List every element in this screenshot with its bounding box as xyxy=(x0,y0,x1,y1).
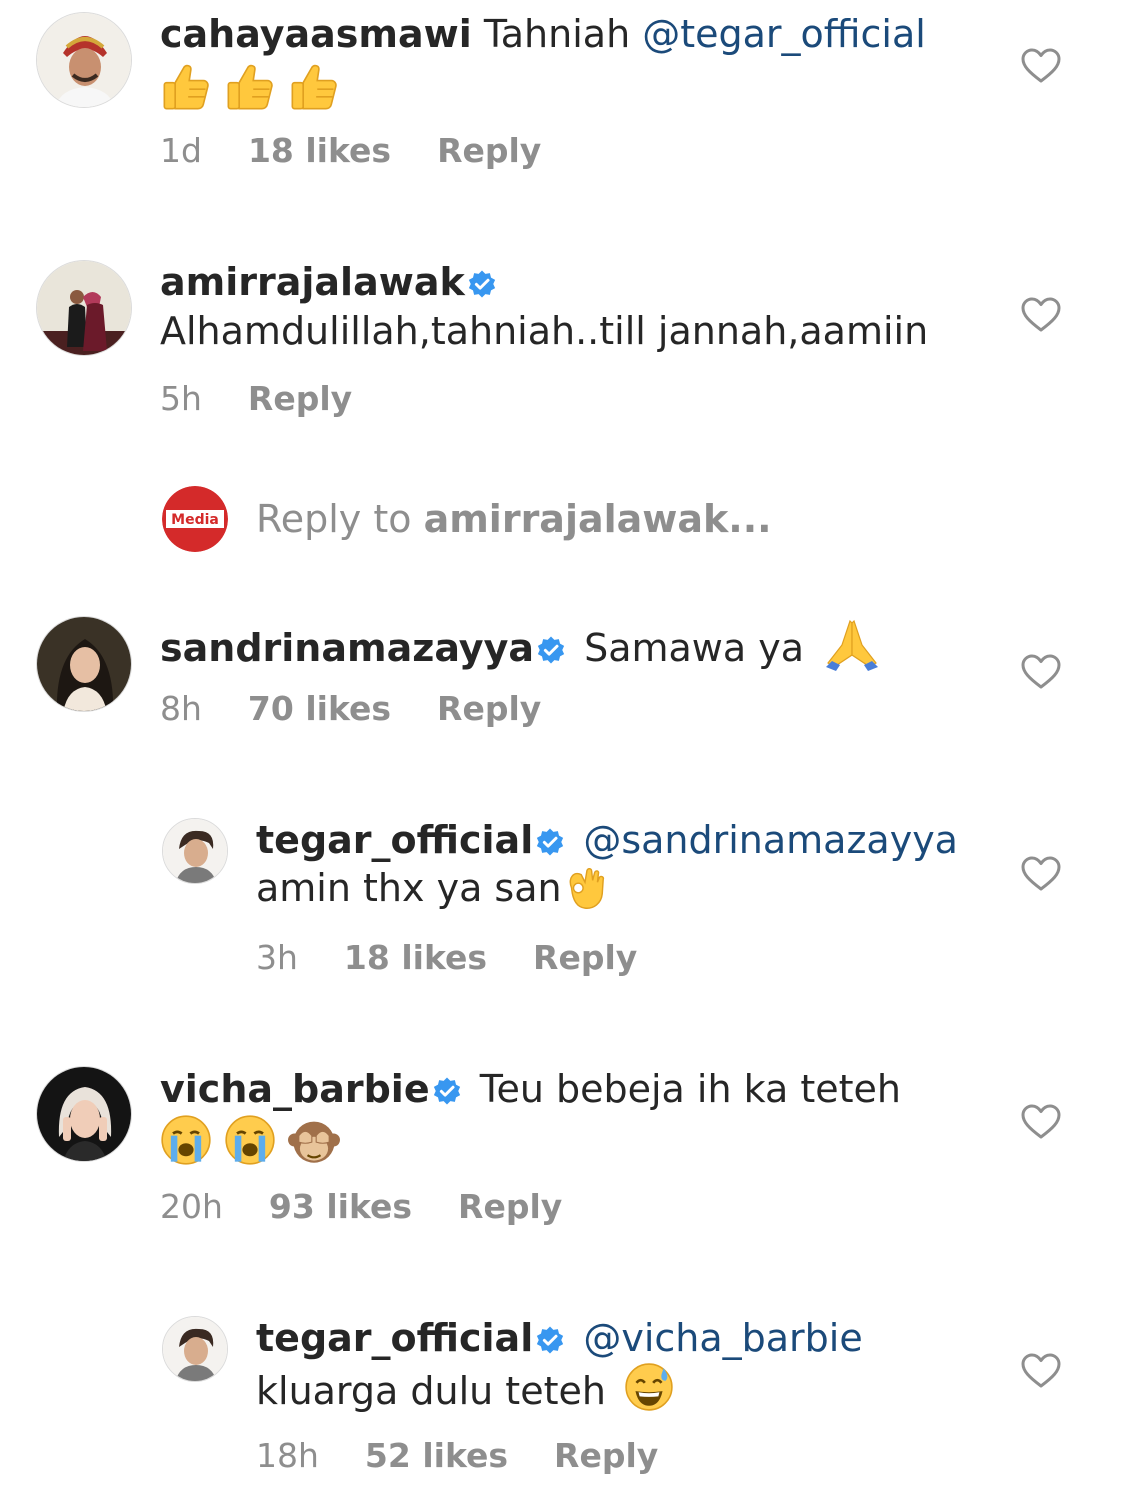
ok-hand-icon xyxy=(562,865,608,911)
username[interactable]: sandrinamazayya xyxy=(160,626,534,670)
comment-body: Tahniah xyxy=(483,12,643,56)
likes-count[interactable]: 93 likes xyxy=(269,1187,412,1226)
timestamp: 20h xyxy=(160,1187,223,1226)
current-user-avatar: Media xyxy=(162,486,228,552)
comment-header: tegar_official @sandrinamazayya xyxy=(256,816,958,864)
reply-prefix: Reply to xyxy=(256,497,424,541)
verified-badge-icon xyxy=(467,269,497,299)
verified-badge-icon xyxy=(535,1325,565,1355)
avatar-vicha-barbie[interactable] xyxy=(36,1066,132,1162)
avatar-amirrajalawak[interactable] xyxy=(36,260,132,356)
heart-icon[interactable] xyxy=(1021,1104,1061,1140)
reply-button[interactable]: Reply xyxy=(248,379,352,418)
thumbs-up-icon xyxy=(160,61,212,113)
verified-badge-icon xyxy=(535,827,565,857)
comment-text: cahayaasmawi Tahniah @tegar_official xyxy=(160,10,926,58)
reply-button[interactable]: Reply xyxy=(533,938,637,977)
reply-target: amirrajalawak... xyxy=(423,497,772,541)
comment-meta: 1d 18 likes Reply xyxy=(160,131,587,171)
username[interactable]: tegar_official xyxy=(256,818,533,862)
comment-body: Samawa ya xyxy=(584,626,805,670)
username[interactable]: cahayaasmawi xyxy=(160,12,472,56)
heart-icon[interactable] xyxy=(1021,856,1061,892)
likes-count[interactable]: 52 likes xyxy=(365,1436,508,1475)
mention-link[interactable]: @sandrinamazayya xyxy=(583,818,958,862)
username[interactable]: amirrajalawak xyxy=(160,260,465,304)
comment-meta: 8h 70 likes Reply xyxy=(160,689,587,729)
heart-icon[interactable] xyxy=(1021,1353,1061,1389)
reply-button[interactable]: Reply xyxy=(437,689,541,728)
comment-meta: 5h Reply xyxy=(160,379,398,419)
comment-text: vicha_barbie Teu bebeja ih ka teteh xyxy=(160,1065,901,1113)
timestamp: 1d xyxy=(160,131,202,170)
verified-badge-icon xyxy=(536,635,566,665)
comment-meta: 3h 18 likes Reply xyxy=(256,938,683,978)
comment-meta: 18h 52 likes Reply xyxy=(256,1436,704,1476)
likes-count[interactable]: 18 likes xyxy=(344,938,487,977)
comment-body: Teu bebeja ih ka teteh xyxy=(479,1067,901,1111)
verified-badge-icon xyxy=(432,1076,462,1106)
comment-text: kluarga dulu teteh xyxy=(256,1362,674,1415)
mention-link[interactable]: @vicha_barbie xyxy=(583,1316,862,1360)
avatar-tegar-official[interactable] xyxy=(162,818,228,884)
likes-count[interactable]: 18 likes xyxy=(248,131,391,170)
comment-emojis xyxy=(160,1113,340,1166)
comment-text: sandrinamazayya Samawa ya xyxy=(160,615,880,672)
reply-input[interactable]: Reply to amirrajalawak... xyxy=(256,495,772,543)
thumbs-up-icon xyxy=(224,61,276,113)
reply-button[interactable]: Reply xyxy=(554,1436,658,1475)
heart-icon[interactable] xyxy=(1021,48,1061,84)
mention-link[interactable]: @tegar_official xyxy=(642,12,926,56)
grinning-sweat-icon xyxy=(624,1362,674,1412)
comment-text: amin thx ya san xyxy=(256,864,608,912)
crying-face-icon xyxy=(160,1114,212,1166)
timestamp: 18h xyxy=(256,1436,319,1475)
comment-meta: 20h 93 likes Reply xyxy=(160,1187,608,1227)
reply-button[interactable]: Reply xyxy=(437,131,541,170)
heart-icon[interactable] xyxy=(1021,654,1061,690)
timestamp: 8h xyxy=(160,689,202,728)
media-logo-text: Media xyxy=(171,512,219,528)
timestamp: 5h xyxy=(160,379,202,418)
comment-header: amirrajalawak xyxy=(160,258,503,306)
avatar-tegar-official[interactable] xyxy=(162,1316,228,1382)
reply-button[interactable]: Reply xyxy=(458,1187,562,1226)
username[interactable]: tegar_official xyxy=(256,1316,533,1360)
comment-body: Alhamdulillah,tahniah..till jannah,aamii… xyxy=(160,309,929,353)
username[interactable]: vicha_barbie xyxy=(160,1067,430,1111)
avatar-sandrinamazayya[interactable] xyxy=(36,616,132,712)
crying-face-icon xyxy=(224,1114,276,1166)
avatar-cahayaasmawi[interactable] xyxy=(36,12,132,108)
comment-body: amin thx ya san xyxy=(256,866,562,910)
see-no-evil-monkey-icon xyxy=(288,1114,340,1166)
likes-count[interactable]: 70 likes xyxy=(248,689,391,728)
comment-header: tegar_official @vicha_barbie xyxy=(256,1314,863,1362)
heart-icon[interactable] xyxy=(1021,297,1061,333)
timestamp: 3h xyxy=(256,938,298,977)
thumbs-up-icon xyxy=(288,61,340,113)
comment-emojis xyxy=(160,60,340,113)
comment-body: kluarga dulu teteh xyxy=(256,1369,606,1413)
praying-hands-icon xyxy=(824,615,880,671)
